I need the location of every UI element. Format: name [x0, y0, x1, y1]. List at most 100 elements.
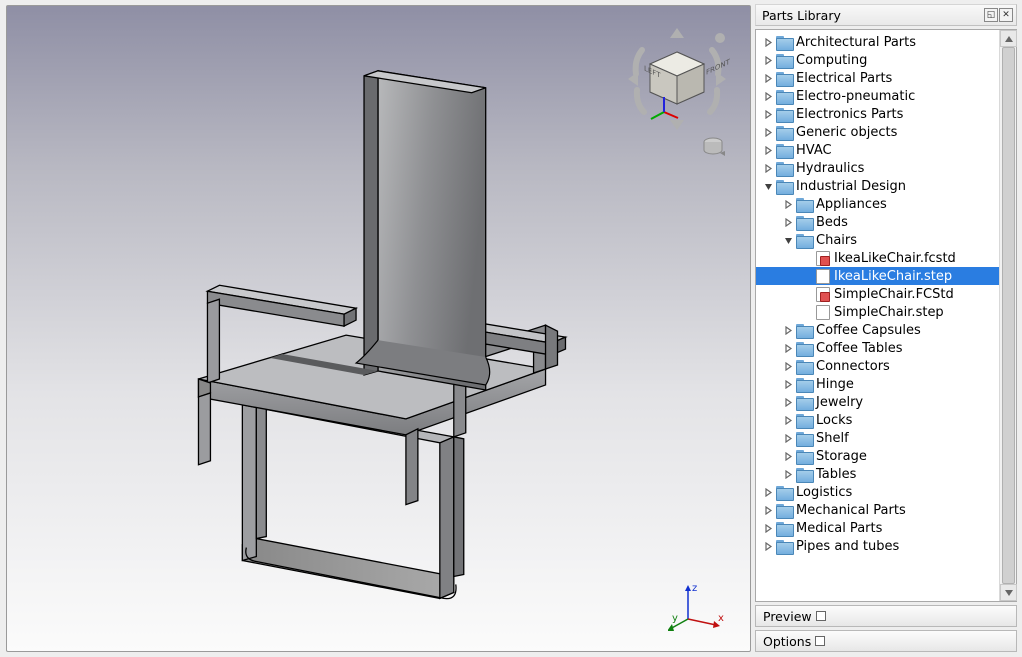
expand-arrow-icon[interactable] [782, 324, 794, 336]
expand-arrow-icon[interactable] [782, 414, 794, 426]
tree-item[interactable]: Hinge [756, 375, 999, 393]
expand-arrow-icon[interactable] [782, 468, 794, 480]
panel-float-icon[interactable]: ◱ [984, 8, 998, 22]
folder-icon [796, 468, 812, 481]
folder-icon [776, 504, 792, 517]
tree-item[interactable]: Storage [756, 447, 999, 465]
tree-item-label: Electro-pneumatic [796, 89, 915, 104]
tree-item-label: Tables [816, 467, 856, 482]
expand-arrow-icon[interactable] [762, 90, 774, 102]
tree-item[interactable]: Appliances [756, 195, 999, 213]
folder-icon [796, 198, 812, 211]
expand-arrow-icon[interactable] [782, 342, 794, 354]
expand-arrow-icon[interactable] [762, 54, 774, 66]
tree-item-label: Medical Parts [796, 521, 882, 536]
expand-arrow-icon[interactable] [762, 162, 774, 174]
svg-text:y: y [672, 613, 678, 624]
tree-item[interactable]: Tables [756, 465, 999, 483]
tree-item[interactable]: Electro-pneumatic [756, 87, 999, 105]
expand-arrow-icon[interactable] [762, 180, 774, 192]
preview-button[interactable]: Preview [755, 605, 1017, 627]
folder-icon [776, 36, 792, 49]
tree-item[interactable]: IkeaLikeChair.step [756, 267, 999, 285]
expand-arrow-icon[interactable] [762, 108, 774, 120]
expand-arrow-icon[interactable] [782, 216, 794, 228]
folder-icon [776, 144, 792, 157]
file-icon [816, 269, 830, 284]
tree-item[interactable]: Electrical Parts [756, 69, 999, 87]
expand-arrow-icon[interactable] [762, 126, 774, 138]
freecad-file-icon [816, 251, 830, 266]
tree-item[interactable]: HVAC [756, 141, 999, 159]
preview-checkbox[interactable] [816, 611, 826, 621]
view-gizmo-icon[interactable] [701, 136, 725, 156]
freecad-file-icon [816, 287, 830, 302]
tree-item[interactable]: IkeaLikeChair.fcstd [756, 249, 999, 267]
expand-arrow-icon[interactable] [782, 450, 794, 462]
tree-item[interactable]: Connectors [756, 357, 999, 375]
panel-titlebar[interactable]: Parts Library ◱ ✕ [755, 4, 1017, 26]
tree-item-label: Connectors [816, 359, 890, 374]
scroll-down-icon[interactable] [1000, 584, 1017, 601]
tree-item[interactable]: Industrial Design [756, 177, 999, 195]
tree-item[interactable]: Medical Parts [756, 519, 999, 537]
expand-arrow-icon[interactable] [762, 36, 774, 48]
scroll-thumb[interactable] [1002, 47, 1015, 584]
tree-item-label: Computing [796, 53, 867, 68]
tree-item[interactable]: Hydraulics [756, 159, 999, 177]
tree-item-label: Shelf [816, 431, 849, 446]
expand-arrow-icon[interactable] [762, 72, 774, 84]
tree-item[interactable]: SimpleChair.FCStd [756, 285, 999, 303]
scroll-up-icon[interactable] [1000, 30, 1017, 47]
expand-arrow-icon[interactable] [762, 504, 774, 516]
tree-item[interactable]: Architectural Parts [756, 33, 999, 51]
options-checkbox[interactable] [815, 636, 825, 646]
expand-arrow-icon[interactable] [782, 378, 794, 390]
tree-item[interactable]: Computing [756, 51, 999, 69]
tree-item[interactable]: Locks [756, 411, 999, 429]
expand-arrow-icon[interactable] [782, 360, 794, 372]
expand-arrow-icon[interactable] [762, 144, 774, 156]
options-button[interactable]: Options [755, 630, 1017, 652]
tree-scrollbar[interactable] [999, 30, 1016, 601]
3d-viewport[interactable]: LEFT FRONT z x [6, 5, 751, 652]
expand-arrow-icon[interactable] [782, 234, 794, 246]
panel-close-icon[interactable]: ✕ [999, 8, 1013, 22]
tree-item[interactable]: Electronics Parts [756, 105, 999, 123]
tree-container: Architectural Parts ComputingElectrical P… [755, 29, 1017, 602]
navigation-cube[interactable]: LEFT FRONT [622, 24, 732, 134]
tree-item[interactable]: Logistics [756, 483, 999, 501]
tree-item[interactable]: Shelf [756, 429, 999, 447]
tree-item[interactable]: Coffee Tables [756, 339, 999, 357]
tree-item-label: Mechanical Parts [796, 503, 906, 518]
tree-item[interactable]: Beds [756, 213, 999, 231]
tree-item[interactable]: Pipes and tubes [756, 537, 999, 555]
tree-item-label: SimpleChair.step [834, 305, 944, 320]
tree-item-label: Pipes and tubes [796, 539, 899, 554]
tree-spacer [802, 306, 814, 318]
tree-item[interactable]: Generic objects [756, 123, 999, 141]
svg-text:z: z [692, 583, 697, 594]
tree-item[interactable]: Mechanical Parts [756, 501, 999, 519]
expand-arrow-icon[interactable] [782, 432, 794, 444]
folder-icon [796, 432, 812, 445]
parts-tree[interactable]: Architectural Parts ComputingElectrical P… [756, 30, 999, 558]
folder-icon [796, 342, 812, 355]
expand-arrow-icon[interactable] [782, 396, 794, 408]
folder-icon [776, 108, 792, 121]
tree-item[interactable]: Jewelry [756, 393, 999, 411]
expand-arrow-icon[interactable] [762, 540, 774, 552]
svg-text:x: x [718, 613, 724, 624]
tree-item[interactable]: Chairs [756, 231, 999, 249]
folder-icon [796, 396, 812, 409]
expand-arrow-icon[interactable] [782, 198, 794, 210]
folder-icon [796, 414, 812, 427]
tree-item-label: Generic objects [796, 125, 897, 140]
expand-arrow-icon[interactable] [762, 486, 774, 498]
folder-icon [796, 360, 812, 373]
tree-item[interactable]: SimpleChair.step [756, 303, 999, 321]
tree-item[interactable]: Coffee Capsules [756, 321, 999, 339]
expand-arrow-icon[interactable] [762, 522, 774, 534]
folder-icon [776, 126, 792, 139]
tree-item-label: Coffee Tables [816, 341, 903, 356]
